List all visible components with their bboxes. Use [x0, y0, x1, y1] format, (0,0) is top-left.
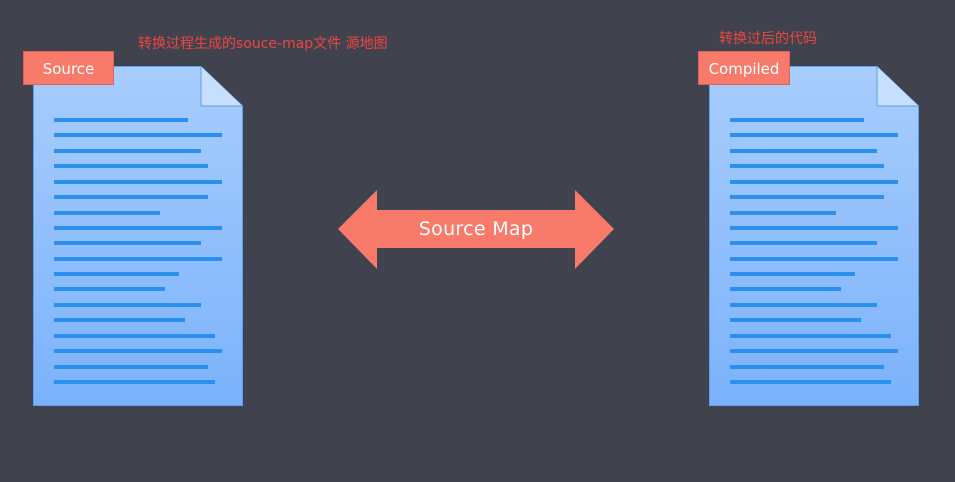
code-line: [54, 287, 165, 291]
code-line: [730, 180, 898, 184]
source-annotation: 转换过程生成的souce-map文件 源地图: [138, 36, 388, 52]
code-line: [730, 287, 841, 291]
code-line: [54, 211, 160, 215]
code-line: [730, 149, 877, 153]
code-line: [54, 365, 208, 369]
code-line: [54, 149, 201, 153]
code-line: [54, 241, 201, 245]
compiled-document-icon: [709, 66, 919, 406]
code-line: [54, 133, 222, 137]
code-line: [730, 195, 884, 199]
source-tag: Source: [23, 51, 114, 85]
code-line: [730, 226, 898, 230]
code-line: [730, 257, 898, 261]
code-line: [730, 303, 877, 307]
code-line: [54, 118, 188, 122]
code-line: [54, 303, 201, 307]
code-line: [54, 257, 222, 261]
code-line: [730, 211, 836, 215]
source-map-arrow: Source Map: [338, 190, 614, 270]
code-line: [730, 365, 884, 369]
code-line: [54, 272, 179, 276]
code-line: [730, 118, 864, 122]
source-document: [33, 66, 243, 406]
compiled-annotation: 转换过后的代码: [719, 31, 817, 47]
code-line: [730, 349, 898, 353]
code-line: [54, 226, 222, 230]
code-line: [54, 334, 215, 338]
code-line: [730, 241, 877, 245]
code-line: [730, 272, 855, 276]
code-line: [54, 349, 222, 353]
code-line: [54, 380, 215, 384]
source-map-label: Source Map: [418, 218, 534, 240]
code-line: [54, 180, 222, 184]
compiled-tag: Compiled: [698, 51, 790, 85]
code-line: [730, 318, 861, 322]
code-line: [730, 334, 891, 338]
compiled-document: [709, 66, 919, 406]
code-line: [54, 195, 208, 199]
code-line: [54, 318, 185, 322]
source-document-icon: [33, 66, 243, 406]
code-line: [730, 133, 898, 137]
code-line: [730, 380, 891, 384]
code-line: [54, 164, 208, 168]
code-line: [730, 164, 884, 168]
